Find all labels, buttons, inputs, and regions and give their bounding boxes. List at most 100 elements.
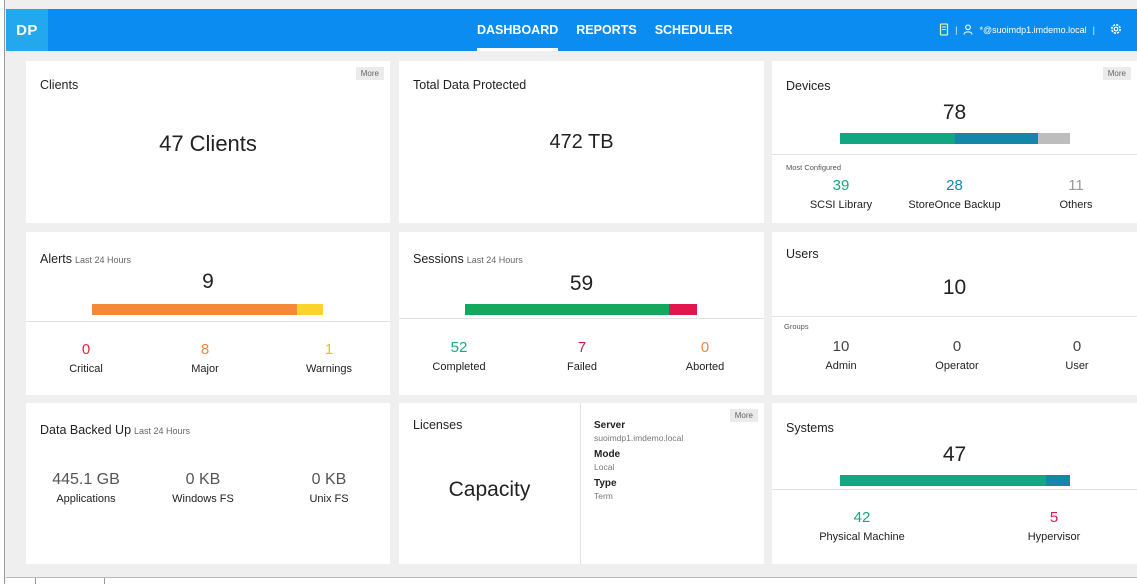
stat-label: Admin [825,360,857,372]
divider [26,321,390,322]
header-tools: | *@suoimdp1.imdemo.local | [939,9,1123,51]
more-button[interactable]: More [355,67,384,80]
card-title-text: Sessions [413,252,464,266]
nav-reports[interactable]: REPORTS [567,9,645,51]
sessions-count: 59 [569,272,594,295]
user-name[interactable]: *@suoimdp1.imdemo.local [979,25,1086,35]
stat-warnings[interactable]: 1 Warnings [282,341,376,375]
stat-windows-fs[interactable]: 0 KB Windows FS [157,471,249,505]
header-separator: | [955,25,958,35]
card-subtitle: Last 24 Hours [74,255,131,265]
users-count: 10 [942,276,967,299]
stat-applications[interactable]: 445.1 GB Applications [40,471,132,505]
header-separator: | [1092,25,1095,35]
users-card: Users 10 Groups 10 Admin 0 Operator 0 Us… [772,232,1137,395]
stat-label: Failed [567,361,597,373]
divider [399,318,764,319]
section-label: Groups [784,322,809,331]
section-label: Most Configured [786,163,842,172]
stat-number: 0 KB [311,471,347,488]
card-title: Total Data Protected [413,78,527,92]
stat-physical-machine[interactable]: 42 Physical Machine [802,509,922,543]
stat-unix-fs[interactable]: 0 KB Unix FS [283,471,375,505]
stat-label: Critical [69,363,103,375]
clients-card: Clients More 47 Clients [26,61,390,223]
stat-label: Operator [935,360,979,372]
more-button[interactable]: More [1102,67,1131,80]
stat-label: Windows FS [172,493,234,505]
stat-number: 39 [832,177,850,194]
card-title: Data Backed Up Last 24 Hours [40,423,190,437]
card-title: Clients [40,78,79,92]
bar-segment [1037,133,1070,144]
stat-hypervisor[interactable]: 5 Hypervisor [994,509,1114,543]
card-title: Devices [786,79,831,93]
stat-label: Physical Machine [819,531,905,543]
stat-number: 7 [577,339,587,356]
sessions-bar [465,304,697,315]
bottom-status-bar [6,577,1137,584]
card-title: Licenses [413,418,463,432]
stat-number: 0 [81,341,91,358]
stat-critical[interactable]: 0 Critical [40,341,132,375]
stat-label: Completed [432,361,486,373]
bar-segment [1045,475,1070,486]
total-data-protected-card: Total Data Protected 472 TB [399,61,764,223]
user-icon [963,23,974,37]
stat-label: Aborted [685,361,725,373]
bar-segment [840,133,955,144]
main-nav: DASHBOARD REPORTS SCHEDULER [468,9,741,51]
bar-segment [297,304,323,315]
mode-value: Local [594,462,615,472]
status-tab[interactable] [37,578,105,584]
devices-card: Devices More 78 Most Configured 39 SCSI … [772,61,1137,223]
stat-major[interactable]: 8 Major [159,341,251,375]
server-value: suoimdp1.imdemo.local [594,433,684,443]
stat-number: 0 [1072,338,1082,355]
devices-count: 78 [942,101,967,124]
stat-completed[interactable]: 52 Completed [413,339,505,373]
stat-label: User [1065,360,1089,372]
card-title: Users [786,247,819,261]
stat-aborted[interactable]: 0 Aborted [659,339,751,373]
type-label: Type [594,478,617,489]
bar-segment [669,304,697,315]
divider [772,154,1137,155]
mode-label: Mode [594,449,621,460]
stat-storeonce-backup[interactable]: 28 StoreOnce Backup [897,177,1012,211]
card-title-text: Alerts [40,252,72,266]
stat-label: Applications [56,493,116,505]
card-title: Alerts Last 24 Hours [40,252,131,266]
data-backed-up-card: Data Backed Up Last 24 Hours 445.1 GB App… [26,403,390,564]
card-subtitle: Last 24 Hours [466,255,523,265]
total-data-value: 472 TB [549,131,614,153]
bar-segment [840,475,1046,486]
app-logo[interactable]: DP [6,9,48,51]
nav-scheduler[interactable]: SCHEDULER [646,9,742,51]
stat-admin[interactable]: 10 Admin [786,338,896,372]
stat-user[interactable]: 0 User [1032,338,1122,372]
stat-failed[interactable]: 7 Failed [538,339,626,373]
nav-dashboard[interactable]: DASHBOARD [468,9,567,51]
card-title-text: Data Backed Up [40,423,132,437]
bar-segment [92,304,298,315]
device-icon[interactable] [939,22,949,38]
window-left-frame [0,0,5,584]
sessions-card: Sessions Last 24 Hours 59 52 Completed 7 … [399,232,764,395]
stat-operator[interactable]: 0 Operator [902,338,1012,372]
stat-number: 445.1 GB [52,471,120,488]
stat-others[interactable]: 11 Others [1026,177,1126,211]
systems-bar [840,475,1070,486]
devices-bar [840,133,1070,144]
systems-card: Systems 47 42 Physical Machine 5 Hypervi… [772,403,1137,564]
bar-segment [955,133,1038,144]
status-tab[interactable] [6,578,36,584]
stat-label: StoreOnce Backup [908,199,1001,211]
bar-segment [465,304,670,315]
stat-scsi-library[interactable]: 39 SCSI Library [786,177,896,211]
stat-number: 0 [700,339,710,356]
gear-icon[interactable] [1109,22,1123,38]
stat-label: Hypervisor [1027,531,1081,543]
stat-label: Major [191,363,219,375]
top-navigation-bar: DP DASHBOARD REPORTS SCHEDULER | *@suoim… [6,9,1137,51]
